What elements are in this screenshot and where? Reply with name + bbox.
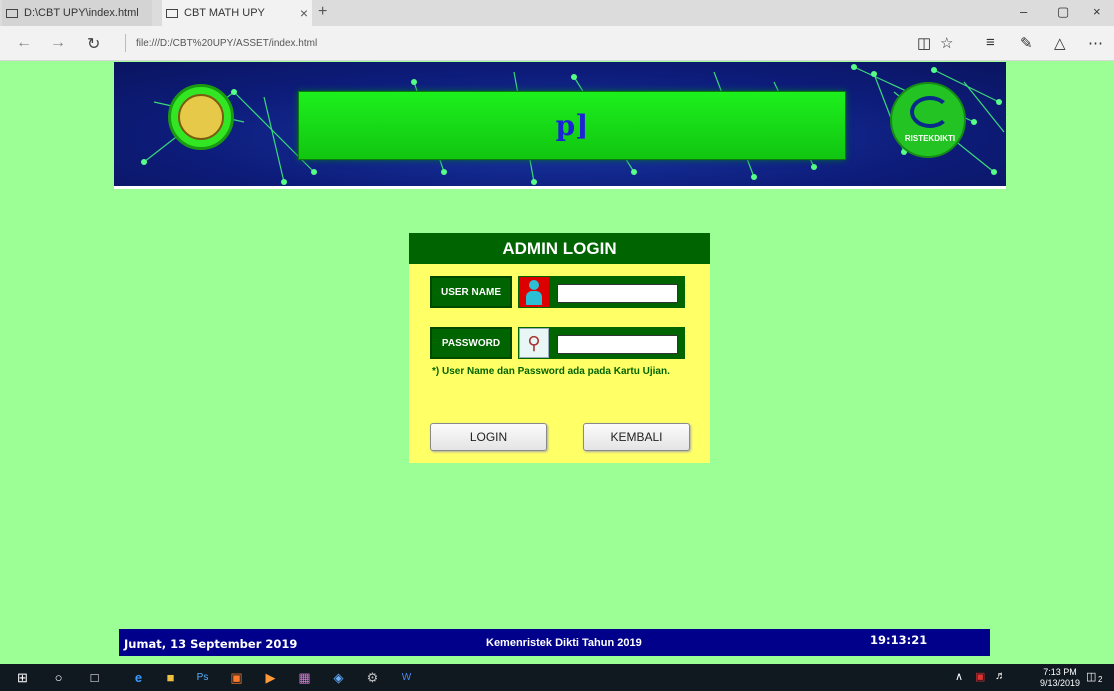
volume-icon[interactable]: ♬: [995, 670, 1006, 682]
seal-emblem: [178, 94, 224, 140]
windows-taskbar: ⊞ ○ □ e ■ Ps ▣ ▶ ▦ ◈ ⚙ W ∧ ▣ ♬ 7:13 PM 9…: [0, 664, 1114, 691]
url-field[interactable]: file:///D:/CBT%20UPY/ASSET/index.html: [136, 38, 317, 49]
photoshop-icon[interactable]: Ps: [194, 669, 211, 686]
banner-title-box: p]: [298, 91, 846, 160]
winrar-icon[interactable]: ▦: [296, 669, 313, 686]
forward-arrow-icon[interactable]: →: [50, 34, 66, 52]
password-label: PASSWORD: [430, 327, 512, 359]
login-heading: ADMIN LOGIN: [409, 233, 710, 264]
banner-title: p]: [555, 109, 589, 142]
start-icon[interactable]: ⊞: [14, 669, 31, 686]
search-icon[interactable]: ○: [50, 669, 67, 686]
file-explorer-icon[interactable]: ■: [162, 669, 179, 686]
tab-label: CBT MATH UPY: [184, 7, 265, 19]
web-note-icon[interactable]: ✎: [1020, 34, 1033, 52]
close-window-icon[interactable]: ×: [1093, 4, 1101, 19]
university-logo: [168, 84, 234, 150]
key-icon: ⚲: [519, 328, 549, 358]
ristekdikti-logo: RISTEKDIKTI: [890, 82, 966, 158]
footer-time: 19:13:21: [870, 633, 928, 647]
browser-tab-bar: D:\CBT UPY\index.html CBT MATH UPY × + –…: [0, 0, 1114, 26]
tab-index-html[interactable]: D:\CBT UPY\index.html: [2, 0, 152, 26]
page-icon: [6, 8, 18, 18]
new-tab-icon[interactable]: +: [318, 3, 327, 21]
username-input[interactable]: [557, 284, 678, 303]
username-label: USER NAME: [430, 276, 512, 308]
admin-login-panel: ADMIN LOGIN USER NAME PASSWORD ⚲ *) User…: [409, 233, 710, 463]
back-arrow-icon[interactable]: ←: [16, 34, 32, 52]
clock-date: 9/13/2019: [1040, 678, 1081, 688]
xampp-icon[interactable]: ▣: [228, 669, 245, 686]
hub-icon[interactable]: ≡: [986, 34, 995, 51]
chevron-up-icon[interactable]: ∧: [955, 670, 963, 683]
divider: [125, 34, 126, 52]
close-tab-icon[interactable]: ×: [300, 5, 308, 21]
notification-count: 2: [1098, 675, 1103, 684]
edge-icon[interactable]: e: [130, 669, 147, 686]
password-field-group: ⚲: [518, 327, 685, 359]
logo-swirl: [910, 96, 950, 128]
tab-cbt-math-upy[interactable]: CBT MATH UPY ×: [162, 0, 312, 26]
app-icon[interactable]: ◈: [330, 669, 347, 686]
share-icon[interactable]: △: [1054, 34, 1066, 52]
ristekdikti-label: RISTEKDIKTI: [904, 134, 956, 143]
refresh-icon[interactable]: ↻: [87, 34, 100, 54]
login-note: *) User Name dan Password ada pada Kartu…: [432, 366, 670, 377]
username-field-group: [518, 276, 685, 308]
task-view-icon[interactable]: □: [86, 669, 103, 686]
notification-icon[interactable]: ◫: [1086, 670, 1096, 683]
more-icon[interactable]: ⋯: [1088, 34, 1103, 52]
address-bar: ← → ↻ file:///D:/CBT%20UPY/ASSET/index.h…: [0, 26, 1114, 61]
footer-date: Jumat, 13 September 2019: [124, 637, 298, 651]
footer-center-text: Kemenristek Dikti Tahun 2019: [486, 637, 642, 649]
reading-view-icon[interactable]: ◫: [917, 34, 931, 52]
network-icon[interactable]: ▣: [975, 670, 985, 683]
clock-time: 7:13 PM: [1043, 667, 1077, 677]
footer-bar: Jumat, 13 September 2019 Kemenristek Dik…: [119, 629, 990, 656]
word-icon[interactable]: W: [398, 669, 415, 686]
login-button[interactable]: LOGIN: [430, 423, 547, 451]
header-banner: p] RISTEKDIKTI: [114, 62, 1006, 189]
back-button[interactable]: KEMBALI: [583, 423, 690, 451]
user-icon: [519, 277, 549, 307]
favorite-star-icon[interactable]: ☆: [940, 34, 953, 52]
tab-label: D:\CBT UPY\index.html: [24, 7, 139, 19]
page-icon: [166, 8, 178, 18]
minimize-icon[interactable]: –: [1020, 4, 1027, 19]
taskbar-clock[interactable]: 7:13 PM 9/13/2019: [1040, 667, 1080, 689]
password-input[interactable]: [557, 335, 678, 354]
tool-icon[interactable]: ⚙: [364, 669, 381, 686]
media-icon[interactable]: ▶: [262, 669, 279, 686]
maximize-icon[interactable]: ▢: [1057, 4, 1069, 20]
